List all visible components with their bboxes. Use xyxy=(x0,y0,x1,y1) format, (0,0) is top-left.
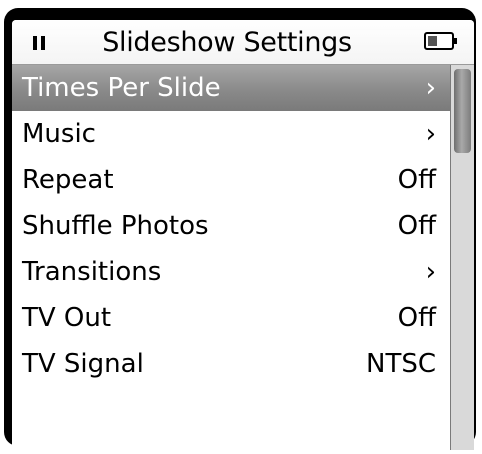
chevron-right-icon: › xyxy=(425,119,436,149)
settings-menu: Times Per Slide › Music › Repeat Off Shu… xyxy=(12,65,450,387)
chevron-right-icon: › xyxy=(425,73,436,103)
menu-item-value: NTSC xyxy=(366,349,436,379)
page-title: Slideshow Settings xyxy=(102,27,352,58)
menu-item-shuffle-photos[interactable]: Shuffle Photos Off xyxy=(12,203,450,249)
menu-item-value: Off xyxy=(397,211,436,241)
menu-item-label: Repeat xyxy=(22,165,114,195)
scrollbar[interactable] xyxy=(450,65,474,450)
menu-item-tv-out[interactable]: TV Out Off xyxy=(12,295,450,341)
menu-item-label: TV Out xyxy=(22,303,112,333)
menu-item-times-per-slide[interactable]: Times Per Slide › xyxy=(12,65,450,111)
menu-item-music[interactable]: Music › xyxy=(12,111,450,157)
menu-item-label: Transitions xyxy=(22,257,162,287)
header-bar: Slideshow Settings xyxy=(12,20,474,65)
menu-item-tv-signal[interactable]: TV Signal NTSC xyxy=(12,341,450,387)
chevron-right-icon: › xyxy=(425,257,436,287)
pause-icon xyxy=(32,36,46,50)
menu-item-label: Shuffle Photos xyxy=(22,211,209,241)
screen: Slideshow Settings Times Per Slide › Mus… xyxy=(12,20,474,450)
battery-icon xyxy=(424,32,457,50)
menu-item-repeat[interactable]: Repeat Off xyxy=(12,157,450,203)
menu-item-label: TV Signal xyxy=(22,349,144,379)
device-frame: Slideshow Settings Times Per Slide › Mus… xyxy=(4,8,476,450)
menu-item-value: Off xyxy=(397,165,436,195)
menu-item-label: Times Per Slide xyxy=(22,73,221,103)
menu-item-label: Music xyxy=(22,119,96,149)
menu-item-value: Off xyxy=(397,303,436,333)
menu-item-transitions[interactable]: Transitions › xyxy=(12,249,450,295)
scrollbar-thumb[interactable] xyxy=(454,69,471,153)
